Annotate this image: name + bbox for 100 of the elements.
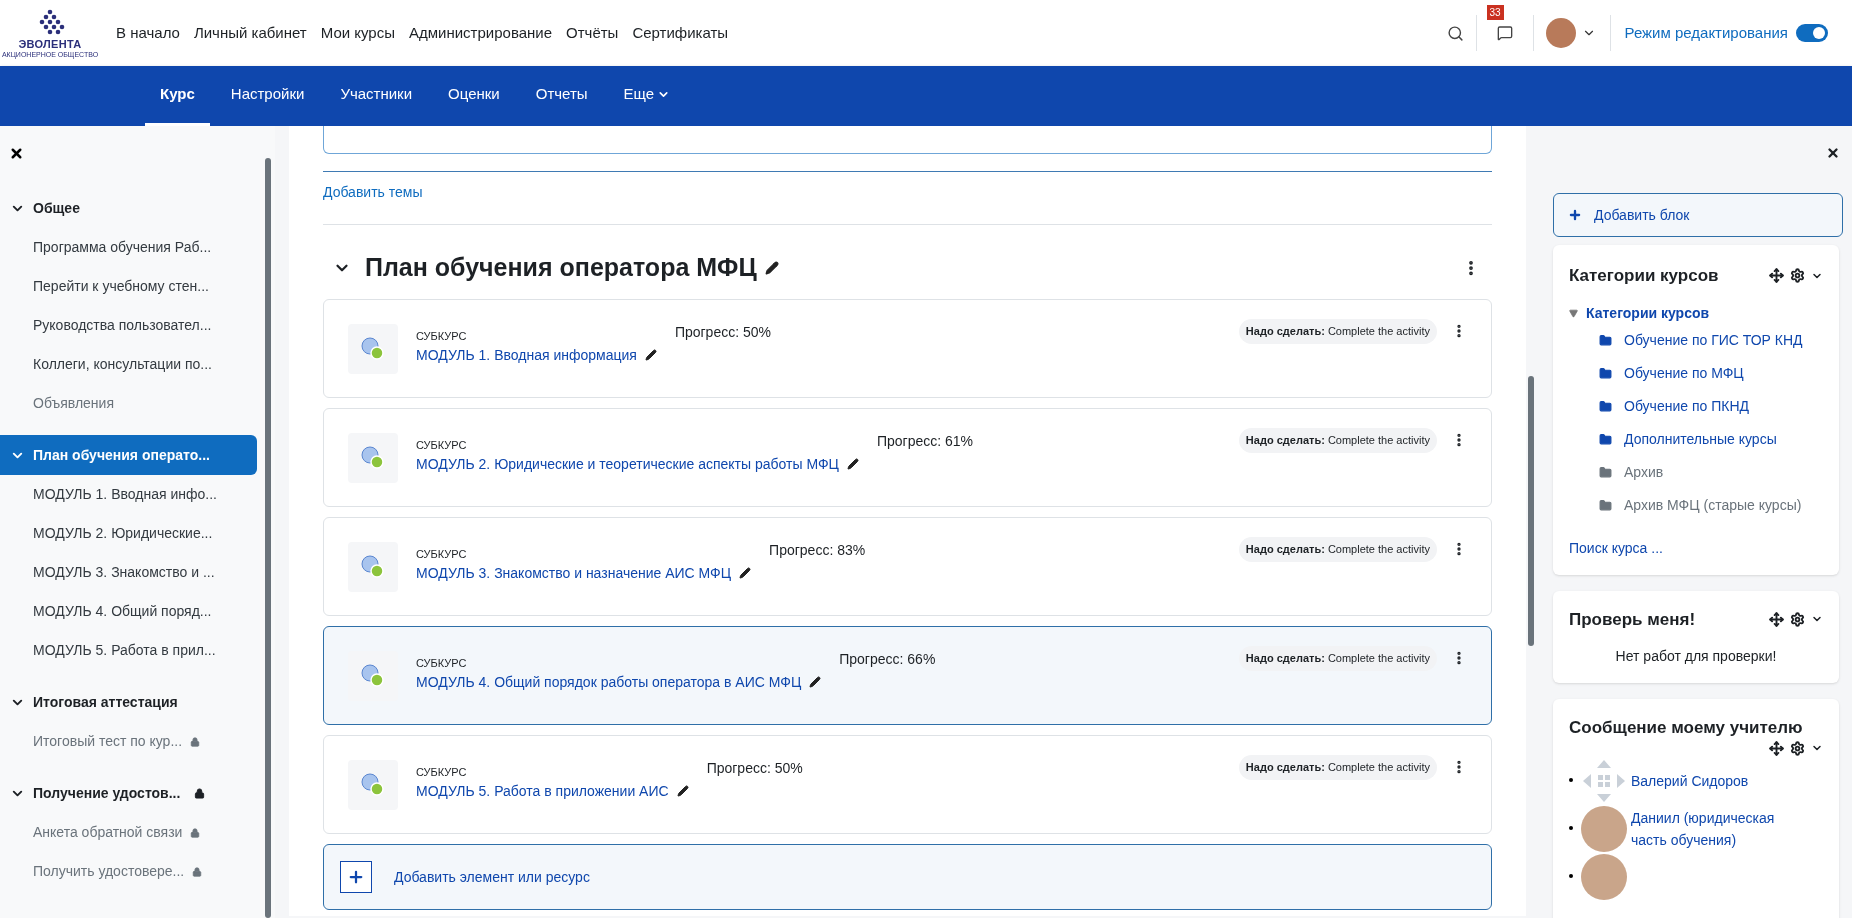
bullet-icon xyxy=(1569,873,1573,878)
course-tab[interactable]: Настройки xyxy=(215,66,320,126)
move-icon[interactable] xyxy=(1769,268,1784,284)
lock-icon xyxy=(192,866,203,877)
section-link[interactable]: Общее xyxy=(0,188,257,228)
course-search-link[interactable]: Поиск курса ... xyxy=(1569,537,1823,559)
activity-title-link[interactable]: МОДУЛЬ 4. Общий порядок работы оператора в АИС МФЦ xyxy=(416,671,802,693)
activity-link[interactable]: Получить удостовере... xyxy=(0,852,257,891)
activity-link[interactable]: Итоговый тест по кур... xyxy=(0,722,257,761)
activity-link[interactable]: МОДУЛЬ 5. Работа в прил... xyxy=(0,631,257,670)
activity-link[interactable]: МОДУЛЬ 2. Юридические... xyxy=(0,514,257,553)
top-nav-link[interactable]: Администрирование xyxy=(409,21,553,45)
activity-title-link[interactable]: МОДУЛЬ 5. Работа в приложении АИС xyxy=(416,780,669,802)
top-nav-link[interactable]: Личный кабинет xyxy=(193,21,307,45)
block-title: Проверь меня! xyxy=(1569,608,1696,631)
top-nav-link[interactable]: В начало xyxy=(116,21,180,45)
progress-text: Прогресс: 50% xyxy=(706,759,803,778)
settings-icon[interactable] xyxy=(1790,740,1805,756)
category-link[interactable]: Архив МФЦ (старые курсы) xyxy=(1624,494,1802,516)
chat-icon[interactable] xyxy=(1496,25,1513,41)
progress-text: Прогресс: 83% xyxy=(769,541,866,560)
category-link[interactable]: Обучение по МФЦ xyxy=(1624,362,1744,384)
add-activity-button[interactable] xyxy=(340,861,372,893)
move-icon[interactable] xyxy=(1769,740,1784,756)
subcourse-icon xyxy=(348,323,398,374)
avatar-photo-placeholder xyxy=(1581,805,1627,852)
lock-icon xyxy=(190,827,201,838)
activity-title-link[interactable]: МОДУЛЬ 1. Вводная информация xyxy=(416,344,637,366)
activity-type: СУБКУРС xyxy=(416,765,468,780)
top-nav-link[interactable]: Мои курсы xyxy=(320,21,395,45)
add-topics-link[interactable]: Добавить темы xyxy=(323,184,423,200)
course-tab[interactable]: Еще xyxy=(608,66,686,126)
edit-icon[interactable] xyxy=(676,785,689,797)
edit-icon[interactable] xyxy=(644,349,657,361)
edit-mode-switch[interactable] xyxy=(1796,24,1828,42)
activity-link[interactable]: МОДУЛЬ 1. Вводная инфо... xyxy=(0,475,257,514)
top-nav-link[interactable]: Сертификаты xyxy=(632,21,729,45)
completion-badge: Надо сделать: Complete the activity xyxy=(1238,755,1437,780)
category-link[interactable]: Обучение по ГИС ТОР КНД xyxy=(1624,329,1803,351)
progress-text: Прогресс: 61% xyxy=(876,432,974,451)
section-title: План обучения оператора МФЦ xyxy=(365,252,757,284)
activity-link[interactable]: Объявления xyxy=(0,384,257,423)
completion-badge: Надо сделать: Complete the activity xyxy=(1238,428,1437,453)
search-icon[interactable] xyxy=(1446,24,1464,42)
bullet-icon xyxy=(1569,777,1573,782)
bullet-icon xyxy=(1569,825,1573,830)
close-icon[interactable] xyxy=(9,146,24,161)
progress-text: Прогресс: 50% xyxy=(674,323,771,342)
move-icon[interactable] xyxy=(1769,611,1784,627)
notification-badge: 33 xyxy=(1486,5,1504,20)
edit-mode-label: Режим редактирования xyxy=(1624,22,1788,43)
activity-title-link[interactable]: МОДУЛЬ 2. Юридические и теоретические аспекты работы МФЦ xyxy=(416,453,839,475)
subcourse-icon xyxy=(348,759,398,810)
teacher-link[interactable]: Даниил (юридическая часть обучения) xyxy=(1631,806,1801,851)
completion-badge: Надо сделать: Complete the activity xyxy=(1238,537,1437,562)
top-nav-link[interactable]: Отчёты xyxy=(566,21,619,45)
activity-type: СУБКУРС xyxy=(416,438,468,453)
course-tab[interactable]: Отчеты xyxy=(520,66,603,126)
settings-icon[interactable] xyxy=(1790,611,1805,627)
activity-link[interactable]: Программа обучения Раб... xyxy=(0,228,257,267)
close-icon[interactable] xyxy=(1826,146,1840,160)
section-link[interactable]: Итоговая аттестация xyxy=(0,682,257,722)
edit-icon[interactable] xyxy=(764,261,779,275)
activity-link[interactable]: МОДУЛЬ 3. Знакомство и ... xyxy=(0,553,257,592)
activity-link[interactable]: Коллеги, консультации по... xyxy=(0,345,257,384)
course-tab[interactable]: Участники xyxy=(325,66,428,126)
lock-icon xyxy=(194,787,206,799)
category-link[interactable]: Обучение по ПКНД xyxy=(1624,395,1749,417)
activity-link[interactable]: Перейти к учебному стен... xyxy=(0,267,257,306)
block-title: Сообщение моему учителю xyxy=(1569,717,1804,739)
teacher-link[interactable]: Валерий Сидоров xyxy=(1631,769,1749,792)
edit-icon[interactable] xyxy=(809,676,822,688)
category-link[interactable]: Дополнительные курсы xyxy=(1624,428,1777,450)
category-link[interactable]: Архив xyxy=(1624,461,1664,483)
activity-link[interactable]: Руководства пользовател... xyxy=(0,306,257,345)
activity-type: СУБКУРС xyxy=(416,329,468,344)
triangle-icon xyxy=(1569,308,1578,318)
lock-icon xyxy=(190,736,201,747)
user-avatar[interactable] xyxy=(1545,18,1576,48)
subcourse-icon xyxy=(348,541,398,592)
plus-icon xyxy=(347,868,365,886)
subcourse-icon xyxy=(348,432,398,483)
course-tab[interactable]: Оценки xyxy=(433,66,515,126)
plus-icon xyxy=(1568,208,1582,222)
activity-title-link[interactable]: МОДУЛЬ 3. Знакомство и назначение АИС МФЦ xyxy=(416,562,732,584)
section-link[interactable]: Получение удостов... xyxy=(0,773,257,813)
progress-text: Прогресс: 66% xyxy=(839,650,936,669)
add-activity-link[interactable]: Добавить элемент или ресурс xyxy=(394,866,590,888)
section-link[interactable]: План обучения операто... xyxy=(0,435,257,475)
block-text: Нет работ для проверки! xyxy=(1614,647,1778,666)
edit-icon[interactable] xyxy=(846,458,859,470)
activity-type: СУБКУРС xyxy=(416,547,468,562)
completion-badge: Надо сделать: Complete the activity xyxy=(1238,646,1437,671)
avatar-photo-placeholder xyxy=(1581,853,1627,900)
activity-link[interactable]: МОДУЛЬ 4. Общий поряд... xyxy=(0,592,257,631)
add-block-button[interactable]: Добавить блок xyxy=(1553,193,1843,237)
tree-root[interactable]: Категории курсов xyxy=(1569,302,1823,324)
activity-link[interactable]: Анкета обратной связи xyxy=(0,813,257,852)
edit-icon[interactable] xyxy=(739,567,752,579)
settings-icon[interactable] xyxy=(1790,268,1805,284)
